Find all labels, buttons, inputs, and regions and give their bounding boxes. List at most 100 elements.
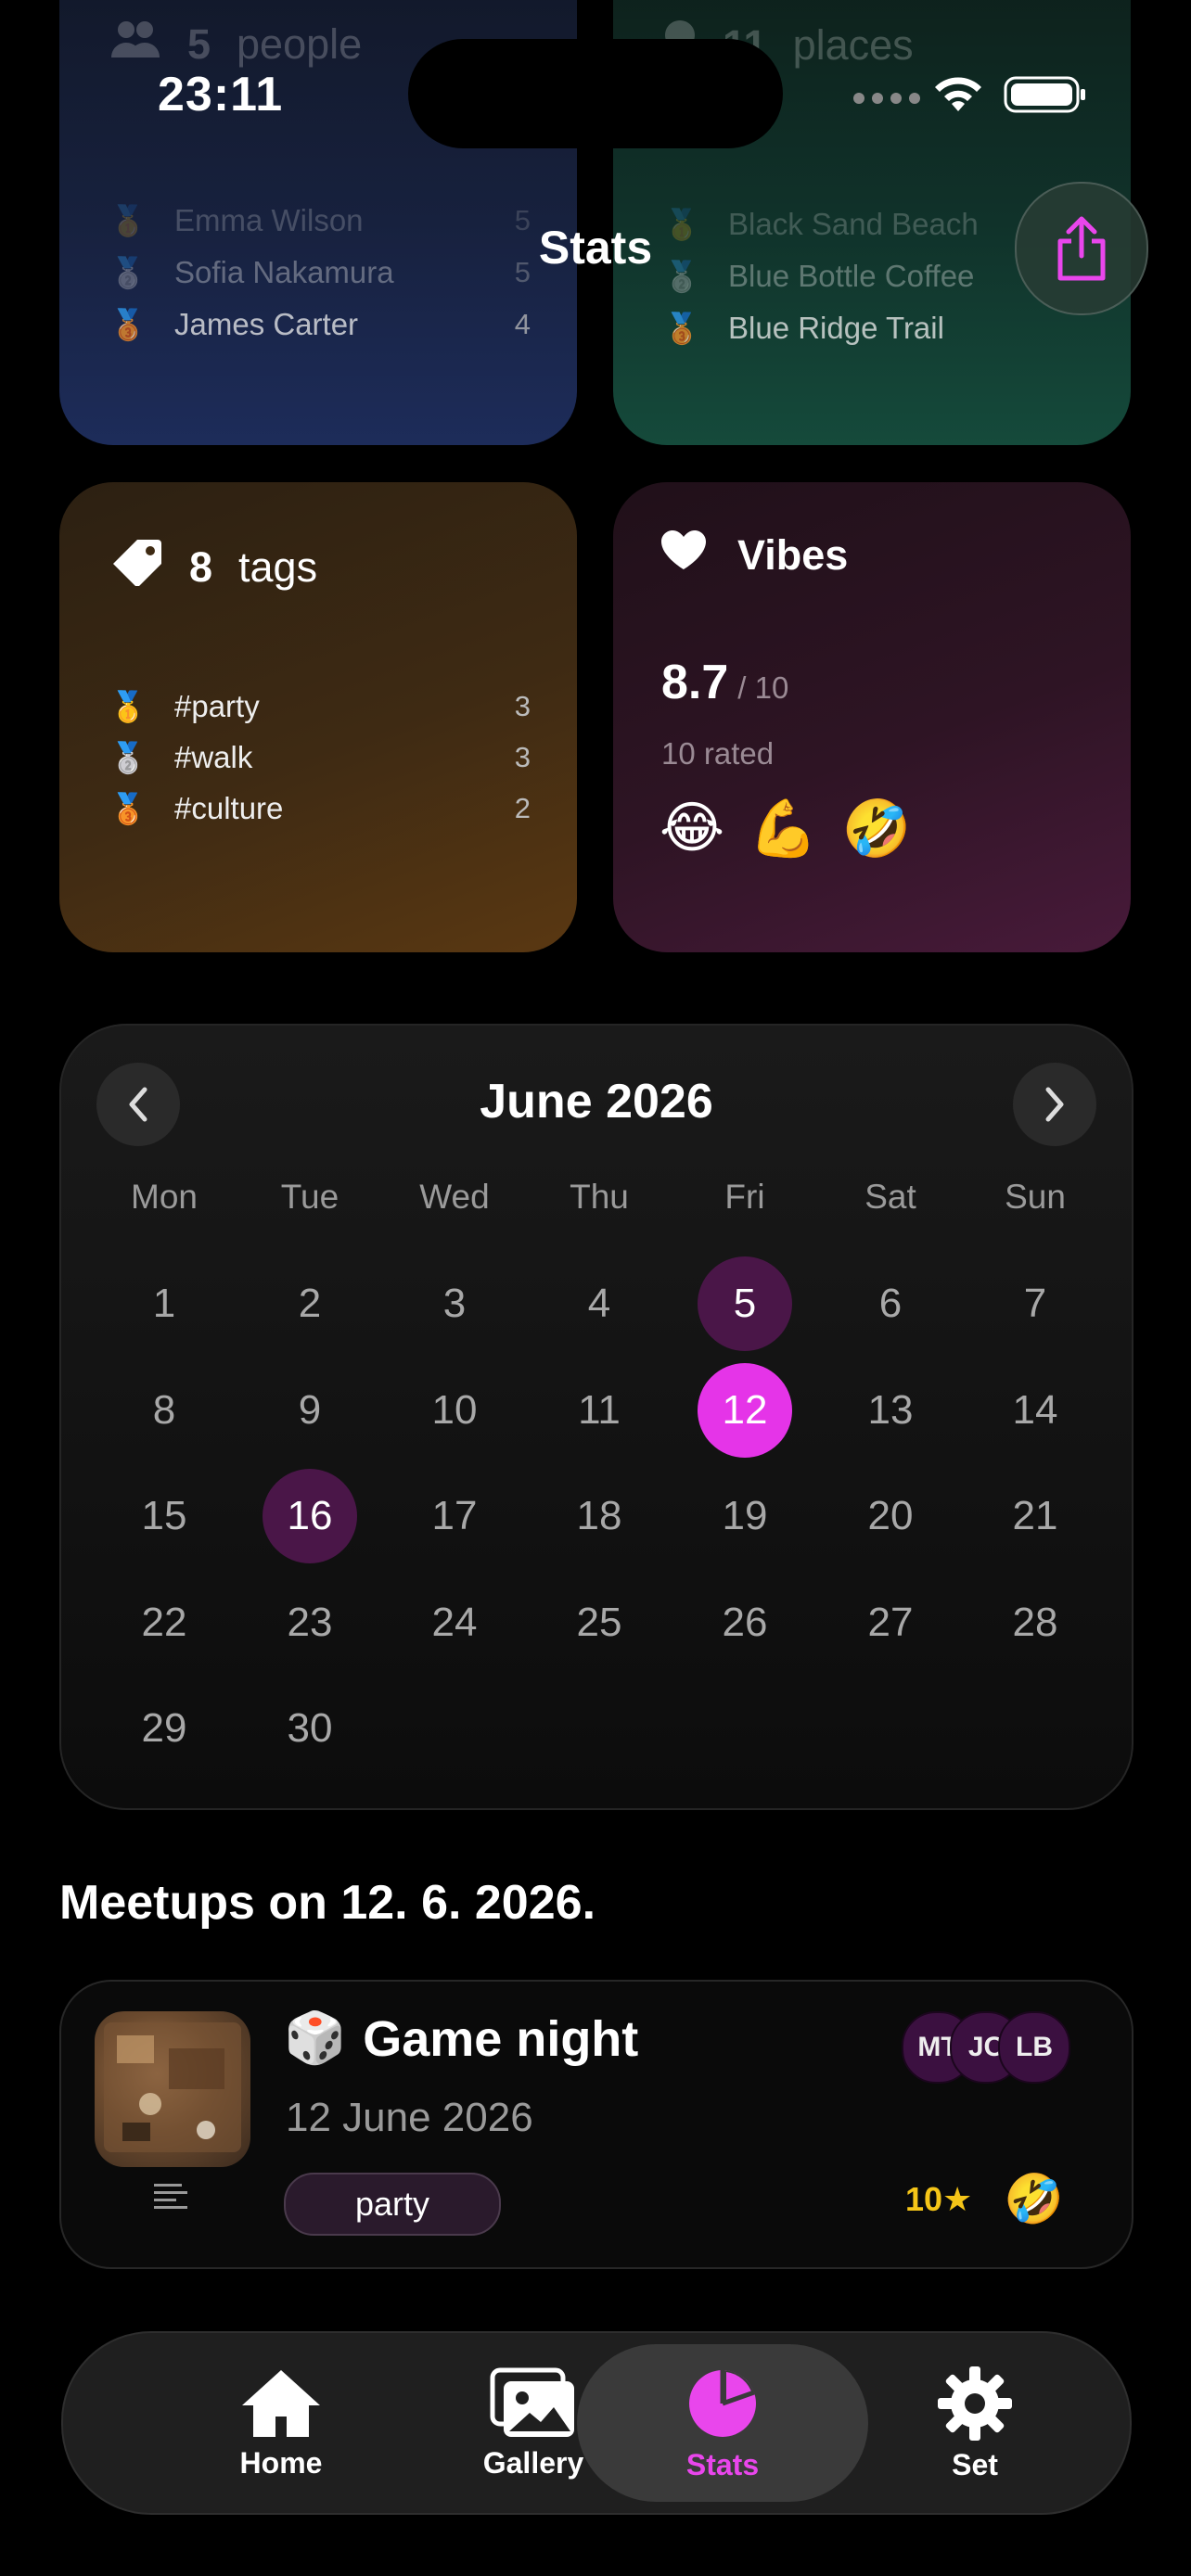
vibes-card-header: Vibes	[660, 529, 848, 581]
meetup-tag-label: party	[354, 2185, 430, 2223]
vibe-emoji: 😂	[660, 797, 725, 859]
calendar-day[interactable]: 17	[407, 1469, 502, 1563]
tag-icon	[109, 538, 163, 596]
status-time: 23:11	[158, 68, 284, 121]
battery-icon	[1004, 74, 1087, 120]
calendar-day[interactable]: 10	[407, 1363, 502, 1458]
calendar-day[interactable]: 7	[988, 1256, 1082, 1351]
meetup-card[interactable]: 🎲 Game night 12 June 2026 party MT JC LB…	[59, 1980, 1133, 2269]
pie-chart-icon	[689, 2369, 756, 2437]
vibes-score: 8.7 / 10	[661, 655, 788, 710]
vibes-rated-count: 10 rated	[661, 736, 775, 771]
calendar-day[interactable]: 16	[263, 1469, 357, 1563]
weekday-label: Sat	[864, 1178, 916, 1216]
chevron-right-icon	[1045, 1087, 1064, 1122]
tab-settings[interactable]: Set	[859, 2333, 1091, 2513]
tags-card-header: 8 tags	[109, 538, 317, 596]
tab-bar: Home Gallery Stats Set	[61, 2331, 1132, 2515]
next-month-button[interactable]	[1013, 1063, 1096, 1146]
calendar-day[interactable]: 27	[843, 1575, 938, 1670]
tags-count: 8	[189, 542, 213, 591]
meetup-title-row: 🎲 Game night	[284, 2009, 638, 2068]
calendar: June 2026 Mon Tue Wed Thu Fri Sat Sun 12345678…	[59, 1024, 1133, 1810]
calendar-day[interactable]: 11	[552, 1363, 647, 1458]
vibes-emoji-list: 😂 💪 🤣	[660, 796, 912, 861]
meetup-photo	[95, 2011, 250, 2167]
calendar-day[interactable]: 5	[698, 1256, 792, 1351]
cellular-signal-icon	[853, 93, 920, 104]
vibe-emoji: 💪	[749, 797, 818, 860]
people-rank-3: 🥉 James Carter 4	[109, 307, 531, 341]
weekday-label: Fri	[724, 1178, 765, 1216]
calendar-day[interactable]: 19	[698, 1469, 792, 1563]
tags-label: tags	[238, 542, 318, 591]
wifi-icon	[931, 74, 985, 120]
calendar-day[interactable]: 21	[988, 1469, 1082, 1563]
calendar-day[interactable]: 22	[117, 1575, 211, 1670]
tab-home-label: Home	[239, 2445, 323, 2480]
meetup-title: Game night	[363, 2010, 639, 2067]
calendar-day[interactable]: 1	[117, 1256, 211, 1351]
weekday-label: Thu	[570, 1178, 629, 1216]
tag-rank-3: 🥉 #culture 2	[109, 791, 531, 825]
calendar-month-title: June 2026	[480, 1075, 713, 1129]
meetup-date: 12 June 2026	[286, 2095, 533, 2140]
page-title: Stats	[538, 222, 653, 274]
notes-icon	[152, 2180, 189, 2216]
tab-stats[interactable]: Stats	[607, 2333, 839, 2513]
tag-rank-1: 🥇 #party 3	[109, 689, 531, 723]
tag-rank-2: 🥈 #walk 3	[109, 740, 531, 774]
calendar-day[interactable]: 8	[117, 1363, 211, 1458]
people-card-header: 5 people	[109, 19, 362, 70]
calendar-day[interactable]: 3	[407, 1256, 502, 1351]
vibes-card[interactable]: Vibes 8.7 / 10 10 rated 😂 💪 🤣	[613, 482, 1131, 952]
vibe-emoji: 🤣	[841, 797, 912, 860]
calendar-day[interactable]: 28	[988, 1575, 1082, 1670]
calendar-day[interactable]: 24	[407, 1575, 502, 1670]
people-icon	[109, 19, 161, 70]
weekday-label: Tue	[280, 1178, 339, 1216]
calendar-day[interactable]: 13	[843, 1363, 938, 1458]
meetup-emoji: 🎲	[284, 2010, 347, 2066]
gear-icon	[938, 2366, 1012, 2441]
calendar-day[interactable]: 4	[552, 1256, 647, 1351]
vibes-score-max: / 10	[737, 670, 789, 705]
tab-stats-label: Stats	[685, 2447, 760, 2481]
calendar-day[interactable]: 18	[552, 1469, 647, 1563]
calendar-day[interactable]: 23	[263, 1575, 357, 1670]
tab-home[interactable]: Home	[165, 2333, 397, 2513]
weekday-label: Sun	[1005, 1178, 1066, 1216]
meetups-section-title: Meetups on 12. 6. 2026.	[59, 1876, 596, 1930]
share-icon	[1057, 216, 1106, 281]
vibes-score-value: 8.7	[661, 656, 729, 709]
calendar-day[interactable]: 15	[117, 1469, 211, 1563]
calendar-day[interactable]: 20	[843, 1469, 938, 1563]
calendar-day[interactable]: 2	[263, 1256, 357, 1351]
calendar-day[interactable]: 6	[843, 1256, 938, 1351]
meetup-rating: 10★	[905, 2180, 973, 2218]
calendar-day[interactable]: 30	[263, 1681, 357, 1776]
meetup-tag[interactable]: party	[284, 2173, 501, 2236]
calendar-day-selected[interactable]: 12	[698, 1363, 792, 1458]
house-icon	[242, 2369, 320, 2437]
share-button[interactable]	[1015, 182, 1148, 315]
meetup-vibe-emoji: 🤣	[1004, 2173, 1064, 2226]
tab-gallery-label: Gallery	[482, 2445, 584, 2480]
heart-icon	[660, 529, 708, 581]
tags-card[interactable]: 8 tags 🥇 #party 3 🥈 #walk 3 🥉 #culture 2	[59, 482, 577, 952]
vibes-title: Vibes	[737, 530, 849, 579]
calendar-day[interactable]: 14	[988, 1363, 1082, 1458]
calendar-day[interactable]: 9	[263, 1363, 357, 1458]
places-rank-3: 🥉 Blue Ridge Trail	[663, 311, 944, 345]
weekday-label: Mon	[131, 1178, 198, 1216]
tab-settings-label: Set	[952, 2447, 998, 2481]
dynamic-island	[408, 39, 783, 148]
people-count: 5	[187, 19, 211, 68]
weekday-label: Wed	[419, 1178, 490, 1216]
calendar-day[interactable]: 26	[698, 1575, 792, 1670]
places-label: places	[792, 20, 914, 69]
calendar-day[interactable]: 25	[552, 1575, 647, 1670]
avatar: LB	[998, 2011, 1070, 2084]
calendar-day[interactable]: 29	[117, 1681, 211, 1776]
photos-icon	[490, 2367, 574, 2437]
